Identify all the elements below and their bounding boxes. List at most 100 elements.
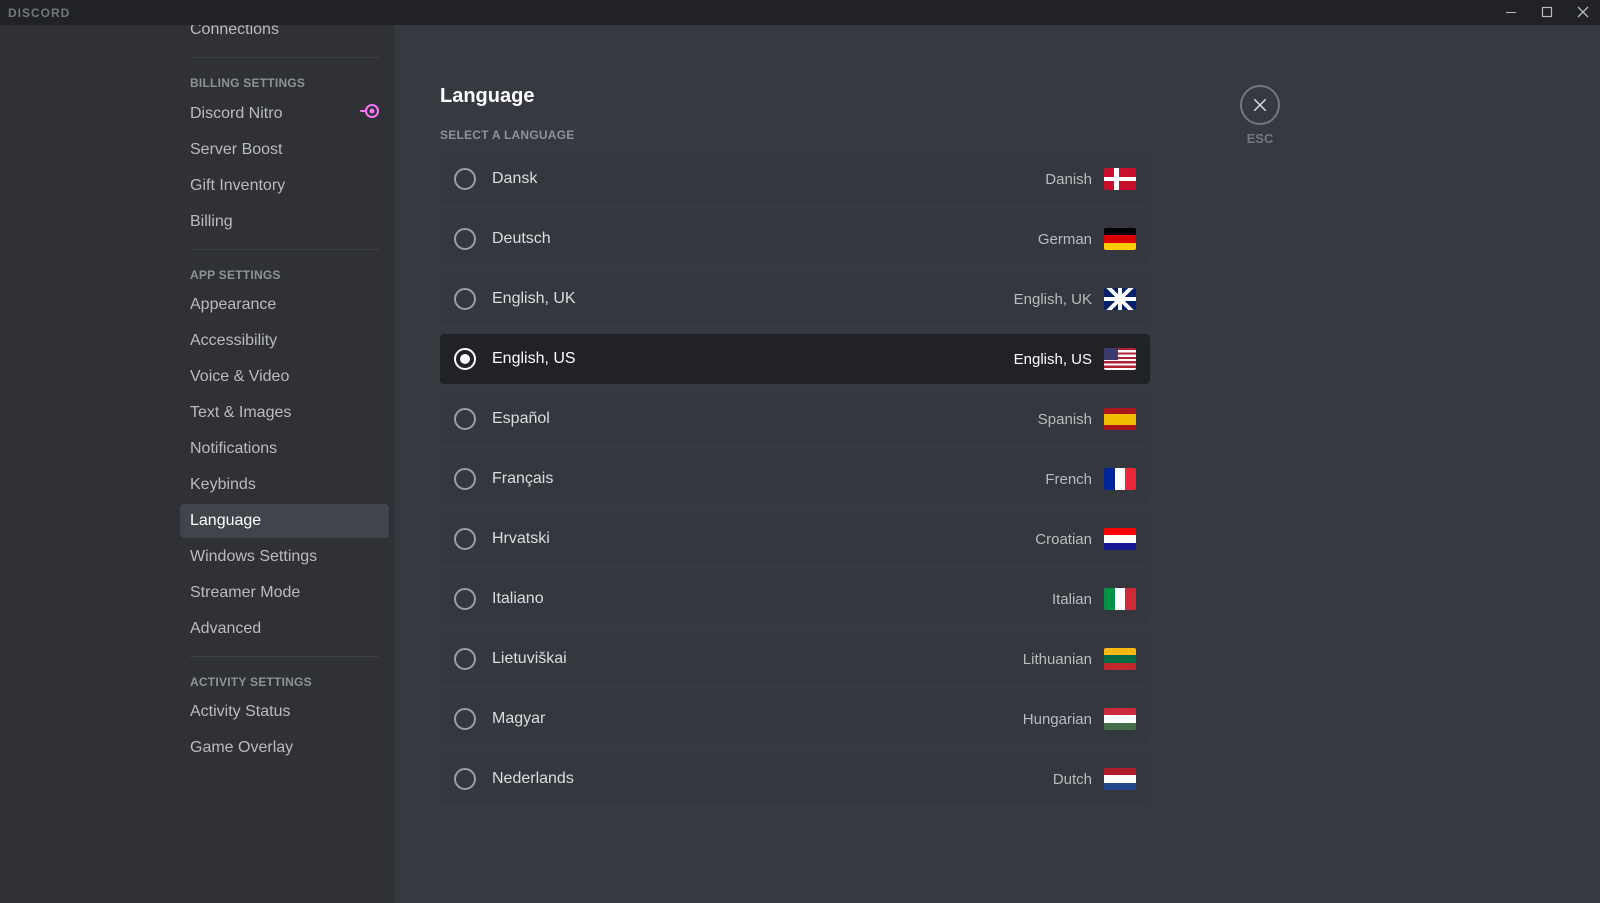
language-native: Hungarian [1023,711,1092,728]
radio-icon [454,288,476,310]
sidebar-section-header: APP SETTINGS [180,262,389,288]
language-option-hr[interactable]: HrvatskiCroatian [440,514,1150,564]
language-native: Danish [1045,171,1092,188]
language-name: English, US [492,350,1014,368]
sidebar-item-appearance[interactable]: Appearance [180,288,389,322]
close-icon [1251,96,1269,114]
language-name: English, UK [492,290,1014,308]
language-native: Dutch [1053,771,1092,788]
language-name: Lietuviškai [492,650,1023,668]
language-option-dk[interactable]: DanskDanish [440,154,1150,204]
sidebar-scroll[interactable]: Connections BILLING SETTINGS Discord Nitro… [0,25,395,903]
sidebar-item-label: Windows Settings [190,548,317,566]
maximize-button[interactable] [1538,5,1556,21]
language-list: DanskDanishDeutschGermanEnglish, UKEngli… [440,154,1150,804]
sidebar-item-billing[interactable]: Billing [180,205,389,239]
sidebar-item-voice-video[interactable]: Voice & Video [180,360,389,394]
language-name: Nederlands [492,770,1053,788]
language-native: Croatian [1035,531,1092,548]
flag-icon-nl [1104,768,1136,790]
radio-icon [454,168,476,190]
sidebar-item-server-boost[interactable]: Server Boost [180,133,389,167]
sidebar-item-game-overlay[interactable]: Game Overlay [180,731,389,765]
sidebar-item-notifications[interactable]: Notifications [180,432,389,466]
sidebar-divider [190,57,379,58]
sidebar-item-label: Server Boost [190,141,282,159]
window-controls [1502,5,1592,21]
maximize-icon [1541,6,1553,18]
minimize-icon [1505,6,1517,18]
close-area: ESC [1240,85,1280,146]
language-option-fr[interactable]: FrançaisFrench [440,454,1150,504]
sidebar-item-label: Streamer Mode [190,584,300,602]
sidebar-item-label: Voice & Video [190,368,289,386]
flag-icon-lt [1104,648,1136,670]
radio-icon [454,228,476,250]
sidebar-section-header: BILLING SETTINGS [180,70,389,96]
language-native: Spanish [1038,411,1092,428]
app-name: DISCORD [8,6,70,20]
language-name: Hrvatski [492,530,1035,548]
content: Language SELECT A LANGUAGE DanskDanishDe… [395,25,1190,903]
flag-icon-hu [1104,708,1136,730]
language-name: Magyar [492,710,1023,728]
sidebar-item-label: Advanced [190,620,261,638]
language-native: French [1045,471,1092,488]
language-native: Italian [1052,591,1092,608]
language-option-nl[interactable]: NederlandsDutch [440,754,1150,804]
language-option-de[interactable]: DeutschGerman [440,214,1150,264]
language-option-uk[interactable]: English, UKEnglish, UK [440,274,1150,324]
language-option-hu[interactable]: MagyarHungarian [440,694,1150,744]
language-name: Français [492,470,1045,488]
titlebar: DISCORD [0,0,1600,25]
language-option-us[interactable]: English, USEnglish, US [440,334,1150,384]
sidebar-item-windows-settings[interactable]: Windows Settings [180,540,389,574]
flag-icon-uk [1104,288,1136,310]
radio-icon [454,528,476,550]
flag-icon-hr [1104,528,1136,550]
sidebar-item-keybinds[interactable]: Keybinds [180,468,389,502]
flag-icon-it [1104,588,1136,610]
sidebar-item-text-images[interactable]: Text & Images [180,396,389,430]
minimize-button[interactable] [1502,5,1520,21]
close-window-button[interactable] [1574,5,1592,21]
close-icon [1577,6,1589,18]
radio-icon [454,588,476,610]
sidebar-item-language[interactable]: Language [180,504,389,538]
language-name: Dansk [492,170,1045,188]
sidebar-item-connections[interactable]: Connections [180,25,389,47]
radio-icon [454,648,476,670]
sidebar-section-header: ACTIVITY SETTINGS [180,669,389,695]
sidebar-item-label: Connections [190,25,279,39]
sidebar-item-advanced[interactable]: Advanced [180,612,389,646]
close-settings-button[interactable] [1240,85,1280,125]
flag-icon-dk [1104,168,1136,190]
radio-icon [454,408,476,430]
sidebar-item-accessibility[interactable]: Accessibility [180,324,389,358]
radio-icon [454,468,476,490]
flag-icon-fr [1104,468,1136,490]
language-option-es[interactable]: EspañolSpanish [440,394,1150,444]
sidebar-item-activity-status[interactable]: Activity Status [180,695,389,729]
nitro-badge-icon [359,104,379,123]
sidebar-item-label: Notifications [190,440,277,458]
language-name: Deutsch [492,230,1038,248]
language-option-lt[interactable]: LietuviškaiLithuanian [440,634,1150,684]
language-native: German [1038,231,1092,248]
language-option-it[interactable]: ItalianoItalian [440,574,1150,624]
sidebar-item-label: Text & Images [190,404,291,422]
sidebar-item-discord-nitro[interactable]: Discord Nitro [180,96,389,131]
sidebar-item-gift-inventory[interactable]: Gift Inventory [180,169,389,203]
content-scroll[interactable]: Language SELECT A LANGUAGE DanskDanishDe… [395,25,1600,903]
settings-page: Connections BILLING SETTINGS Discord Nitro… [0,25,1600,903]
section-label: SELECT A LANGUAGE [440,128,1150,142]
language-native: Lithuanian [1023,651,1092,668]
sidebar-item-streamer-mode[interactable]: Streamer Mode [180,576,389,610]
language-native: English, US [1014,351,1092,368]
sidebar-divider [190,656,379,657]
sidebar-item-label: Activity Status [190,703,290,721]
sidebar-item-label: Discord Nitro [190,105,282,123]
sidebar-item-label: Billing [190,213,233,231]
sidebar-item-label: Gift Inventory [190,177,285,195]
flag-icon-us [1104,348,1136,370]
